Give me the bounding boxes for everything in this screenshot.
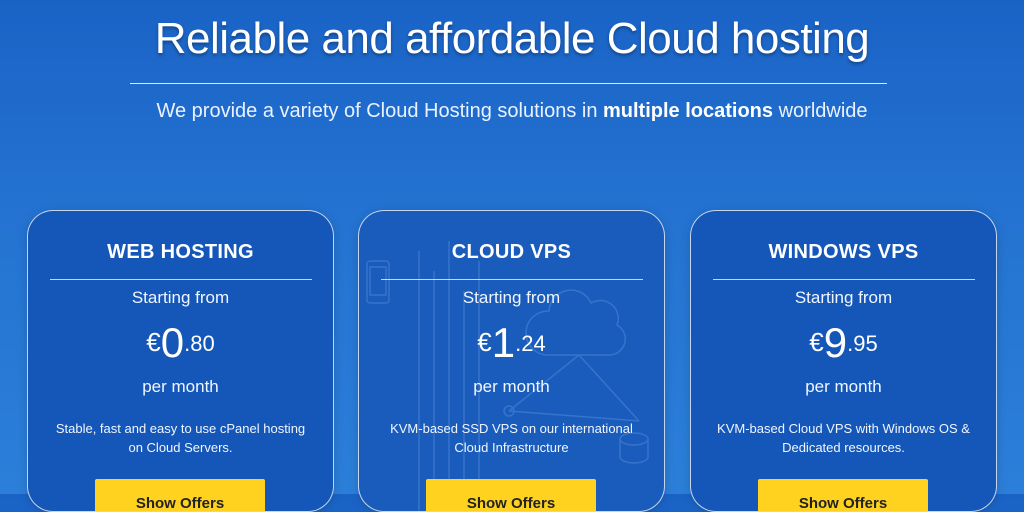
plan-title: WEB HOSTING xyxy=(107,241,254,263)
plan-price: €1.24 xyxy=(359,319,664,367)
price-integer: 0 xyxy=(160,319,185,366)
plan-card-web-hosting: WEB HOSTING Starting from €0.80 per mont… xyxy=(27,210,334,512)
plan-price: €0.80 xyxy=(28,319,333,367)
plan-period: per month xyxy=(142,377,219,396)
plan-starting-label: Starting from xyxy=(794,288,893,307)
plan-card-cloud-vps: CLOUD VPS Starting from €1.24 per month … xyxy=(358,210,665,512)
show-offers-button[interactable]: Show Offers xyxy=(95,479,265,511)
plan-divider xyxy=(381,279,643,280)
plan-divider xyxy=(50,279,312,280)
plan-period: per month xyxy=(805,377,882,396)
plan-title: WINDOWS VPS xyxy=(768,241,919,263)
plan-description: KVM-based SSD VPS on our international C… xyxy=(390,421,633,455)
plan-starting-label: Starting from xyxy=(131,288,230,307)
plan-description: Stable, fast and easy to use cPanel host… xyxy=(55,421,306,455)
show-offers-button[interactable]: Show Offers xyxy=(758,479,928,511)
plan-price: €9.95 xyxy=(691,319,996,367)
price-decimal: .95 xyxy=(847,331,878,356)
price-currency: € xyxy=(809,327,824,357)
subtitle-text-end: worldwide xyxy=(773,100,868,122)
price-integer: 1 xyxy=(491,319,516,366)
plan-description: KVM-based Cloud VPS with Windows OS & De… xyxy=(717,421,970,455)
price-integer: 9 xyxy=(823,319,848,366)
price-decimal: .24 xyxy=(515,331,546,356)
title-divider xyxy=(130,83,887,84)
show-offers-button[interactable]: Show Offers xyxy=(426,479,596,511)
price-currency: € xyxy=(477,327,492,357)
page-subtitle: We provide a variety of Cloud Hosting so… xyxy=(0,100,1024,123)
subtitle-text-start: We provide a variety of Cloud Hosting so… xyxy=(156,100,603,122)
plan-period: per month xyxy=(473,377,550,396)
plan-title: CLOUD VPS xyxy=(451,241,572,263)
price-decimal: .80 xyxy=(184,331,215,356)
page-title: Reliable and affordable Cloud hosting xyxy=(154,14,870,63)
subtitle-emphasis: multiple locations xyxy=(603,100,774,122)
plan-divider xyxy=(713,279,975,280)
plan-starting-label: Starting from xyxy=(462,288,561,307)
plan-card-windows-vps: WINDOWS VPS Starting from €9.95 per mont… xyxy=(690,210,997,512)
price-currency: € xyxy=(146,327,161,357)
